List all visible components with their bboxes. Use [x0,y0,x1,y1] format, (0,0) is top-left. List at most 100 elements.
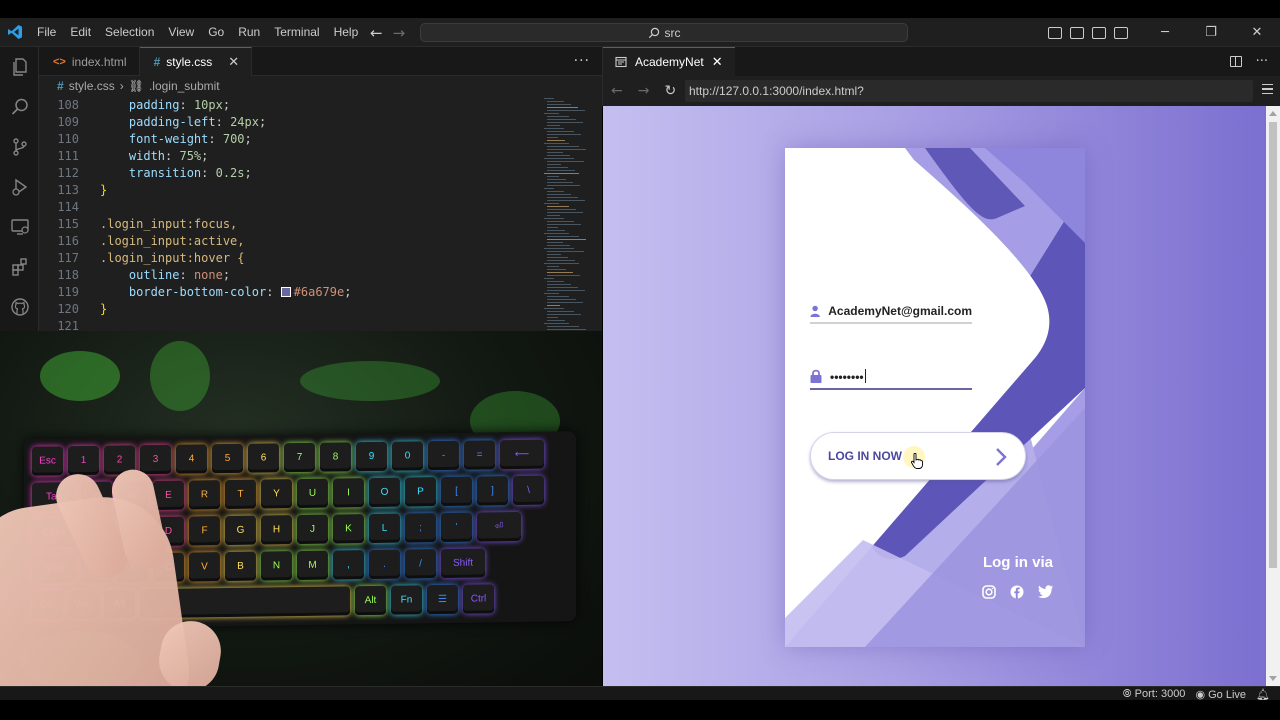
chevron-right-icon [996,448,1007,466]
keyboard-key: = [464,440,495,470]
line-number: 112 [57,165,79,180]
menu-terminal[interactable]: Terminal [267,25,326,39]
toggle-panel-icon[interactable] [1070,26,1084,39]
command-center-search[interactable]: src [420,23,908,42]
more-actions-icon[interactable]: ··· [574,53,590,69]
scroll-down-icon[interactable] [1269,676,1277,681]
menu-hamburger-icon[interactable] [1262,84,1273,94]
tab-style-css[interactable]: # style.css ✕ [139,47,253,76]
keyboard-key: Esc [32,446,63,476]
minimap-line [547,197,578,198]
editor-tab-bar: <> index.html # style.css ✕ ··· [39,47,602,76]
browser-back-icon[interactable]: ← [611,83,623,99]
search-sidebar-icon[interactable] [0,87,39,127]
vscode-logo-icon[interactable] [0,18,30,47]
css-property: padding-left [128,114,216,129]
scroll-thumb[interactable] [1269,122,1277,568]
line-number: 118 [57,267,79,282]
code-line: 114 [39,198,100,215]
code-text: } [100,301,108,316]
minimize-button[interactable]: ─ [1142,18,1188,47]
remote-explorer-icon[interactable] [0,207,39,247]
customize-layout-icon[interactable] [1114,26,1128,39]
twitter-icon[interactable] [1038,585,1053,598]
back-arrow-icon[interactable]: ← [370,24,383,42]
tab-label: style.css [166,55,213,69]
code-editor[interactable]: 108 padding: 10px; 109 padding-left: 24p… [39,96,602,333]
minimap-line [544,158,574,159]
code-text: .login_input:active, [100,233,245,248]
tab-academynet-preview[interactable]: AcademyNet ✕ [603,47,735,76]
menu-edit[interactable]: Edit [63,25,98,39]
keyboard-key: 5 [212,443,243,474]
browser-forward-icon[interactable]: → [638,83,650,99]
breadcrumb-file[interactable]: style.css [69,79,115,93]
minimap-line [547,179,566,180]
run-debug-icon[interactable] [0,167,39,207]
scroll-up-icon[interactable] [1269,111,1277,116]
close-window-button[interactable]: ✕ [1234,18,1280,47]
minimap-line [544,188,554,189]
breadcrumb-selector[interactable]: .login_submit [149,79,220,93]
toggle-secondary-sidebar-icon[interactable] [1092,26,1106,39]
toggle-primary-sidebar-icon[interactable] [1048,26,1062,39]
menu-file[interactable]: File [30,25,63,39]
menu-selection[interactable]: Selection [98,25,161,39]
extensions-icon[interactable] [0,247,39,287]
keyboard-key: G [225,515,256,546]
menu-go[interactable]: Go [201,25,231,39]
keyboard-key: 8 [320,442,351,472]
line-number: 116 [57,233,79,248]
minimap-line [547,275,580,276]
minimap-line [544,173,579,174]
facebook-icon[interactable] [1010,585,1024,599]
code-line: 116 .login_input:active, [39,232,245,249]
explorer-icon[interactable] [0,47,39,87]
minimap-line [547,260,575,261]
code-line: 111 width: 75%; [39,147,208,164]
hand-pointer-cursor-icon [911,453,923,469]
menu-view[interactable]: View [161,25,201,39]
preview-scrollbar[interactable] [1266,106,1280,686]
minimap-line [547,119,576,120]
color-swatch[interactable] [280,286,291,297]
keyboard-key: - [428,440,459,471]
source-control-icon[interactable] [0,127,39,167]
code-line: 112 transition: 0.2s; [39,164,251,181]
port-status[interactable]: ⦾ Port: 3000 [1123,688,1186,701]
keyboard-key: ⏎ [477,511,521,542]
close-tab-icon[interactable]: ✕ [712,54,723,70]
keyboard-key: ; [405,513,436,543]
css-property: font-weight [128,131,209,146]
github-icon[interactable] [0,287,39,327]
reload-icon[interactable]: ↻ [664,83,676,99]
minimap[interactable] [544,96,592,331]
line-number: 113 [57,182,79,197]
minimap-line [547,176,559,177]
line-number: 114 [57,199,79,214]
email-field[interactable]: AcademyNet@gmail.com [810,300,972,324]
minimap-line [547,311,574,312]
notifications-bell-icon[interactable]: 🔔︎ [1256,688,1270,701]
more-actions-icon[interactable]: ··· [1256,54,1268,69]
minimap-line [547,284,571,285]
menu-run[interactable]: Run [231,25,267,39]
keyboard-key: U [297,478,328,509]
go-live-status[interactable]: ◉ Go Live [1195,688,1246,701]
line-number: 117 [57,250,79,265]
minimap-line [547,185,580,186]
instagram-icon[interactable] [982,585,996,599]
url-input[interactable]: http://127.0.0.1:3000/index.html? [685,80,1253,102]
code-line: 120} [39,300,107,317]
menu-help[interactable]: Help [327,25,366,39]
close-tab-icon[interactable]: ✕ [228,54,239,70]
split-editor-icon[interactable] [1229,56,1242,67]
keyboard-key: Y [261,479,292,509]
password-field[interactable]: •••••••• [810,364,972,390]
minimap-line [547,194,571,195]
login-button[interactable]: Log In Now [810,432,1026,480]
forward-arrow-icon[interactable]: → [393,24,406,42]
tab-index-html[interactable]: <> index.html [39,47,140,76]
minimap-line [547,281,564,282]
restore-button[interactable]: ❐ [1188,18,1234,47]
